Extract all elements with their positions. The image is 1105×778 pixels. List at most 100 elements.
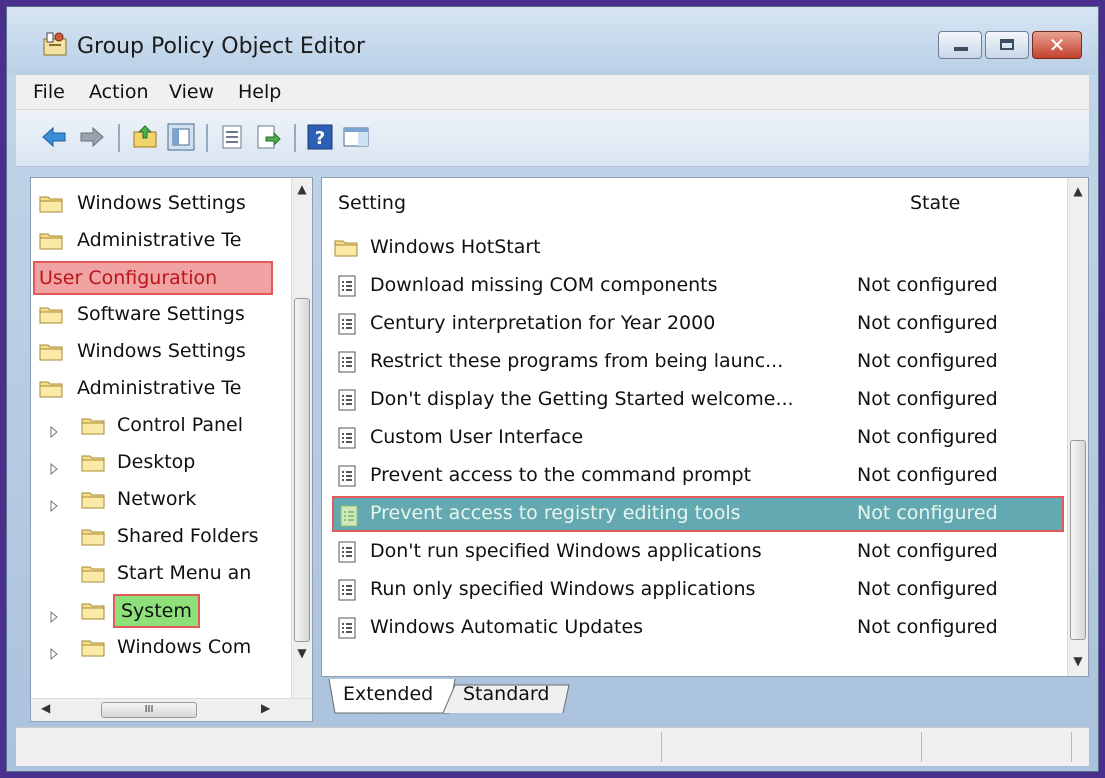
selected-setting-row[interactable]: Prevent access to registry editing tools… xyxy=(332,496,1064,532)
tree-item[interactable]: Windows Com xyxy=(31,630,288,666)
window-controls: ✕ xyxy=(935,31,1082,59)
setting-name: Don't display the Getting Started welcom… xyxy=(370,388,794,410)
view-tabs: Extended Standard xyxy=(321,677,1089,717)
maximize-button[interactable] xyxy=(985,31,1029,59)
policy-setting-icon xyxy=(338,541,356,563)
tree-item[interactable]: Windows Settings xyxy=(31,334,288,370)
tree-item[interactable]: Control Panel xyxy=(31,408,288,444)
tree-item[interactable]: Software Settings xyxy=(31,297,288,333)
setting-row[interactable]: Windows Automatic Updates Not configured xyxy=(332,610,1064,646)
setting-state: Not configured xyxy=(857,426,998,448)
menu-action[interactable]: Action xyxy=(89,81,149,103)
column-header-setting[interactable]: Setting xyxy=(338,192,406,214)
status-divider xyxy=(1071,732,1072,762)
status-divider xyxy=(661,732,662,762)
scroll-up-arrow-icon[interactable]: ▲ xyxy=(1068,184,1088,198)
menu-bar: File Action View Help xyxy=(16,75,1089,110)
menu-view[interactable]: View xyxy=(169,81,214,103)
tree-pane[interactable]: ▲ ▼ ◀ III ▶ Windows Settings Administrati… xyxy=(30,177,313,722)
setting-row[interactable]: Download missing COM components Not confi… xyxy=(332,268,1064,304)
list-scroll-thumb[interactable] xyxy=(1070,440,1086,640)
properties-icon[interactable] xyxy=(218,123,246,151)
folder-icon xyxy=(81,415,105,435)
scroll-down-arrow-icon[interactable]: ▼ xyxy=(1068,654,1088,668)
toolbar-separator xyxy=(294,124,296,152)
expand-arrow-icon[interactable] xyxy=(49,458,59,476)
minimize-button[interactable] xyxy=(938,31,982,59)
setting-name: Prevent access to the command prompt xyxy=(370,464,752,486)
folder-icon xyxy=(39,304,63,324)
toolbar-separator xyxy=(206,124,208,152)
setting-state: Not configured xyxy=(857,540,998,562)
policy-setting-icon xyxy=(338,427,356,449)
window-title: Group Policy Object Editor xyxy=(77,34,365,59)
scroll-down-arrow-icon[interactable]: ▼ xyxy=(292,646,312,660)
setting-row[interactable]: Custom User Interface Not configured xyxy=(332,420,1064,456)
scroll-right-arrow-icon[interactable]: ▶ xyxy=(261,701,270,715)
setting-state: Not configured xyxy=(857,274,998,296)
tree-vertical-scrollbar[interactable]: ▲ ▼ xyxy=(291,178,312,699)
svg-text:?: ? xyxy=(315,128,325,149)
forward-arrow-icon[interactable] xyxy=(78,123,106,151)
close-button[interactable]: ✕ xyxy=(1032,31,1082,59)
settings-list-pane[interactable]: Setting State ▲ ▼ Windows HotStart Downlo… xyxy=(321,177,1089,677)
column-header-state[interactable]: State xyxy=(910,192,960,214)
setting-row[interactable]: Windows HotStart xyxy=(332,230,1064,266)
setting-name: Restrict these programs from being launc… xyxy=(370,350,784,372)
setting-state: Not configured xyxy=(857,502,998,524)
setting-row[interactable]: Century interpretation for Year 2000 Not … xyxy=(332,306,1064,342)
setting-row[interactable]: Prevent access to the command prompt Not … xyxy=(332,458,1064,494)
setting-row[interactable]: Don't display the Getting Started welcom… xyxy=(332,382,1064,418)
tree-item[interactable]: Administrative Te xyxy=(31,371,288,407)
tree-item[interactable]: Administrative Te xyxy=(31,223,288,259)
expand-arrow-icon[interactable] xyxy=(49,495,59,513)
tree-item[interactable]: Network xyxy=(31,482,288,518)
export-list-icon[interactable] xyxy=(254,123,282,151)
tree-item[interactable]: Start Menu an xyxy=(31,556,288,592)
tree-item[interactable]: User Configuration xyxy=(31,260,288,296)
setting-row[interactable]: Don't run specified Windows applications… xyxy=(332,534,1064,570)
back-arrow-icon[interactable] xyxy=(40,123,68,151)
list-vertical-scrollbar[interactable]: ▲ ▼ xyxy=(1067,178,1088,676)
expand-arrow-icon[interactable] xyxy=(49,421,59,439)
tree-item[interactable]: Desktop xyxy=(31,445,288,481)
setting-state: Not configured xyxy=(857,350,998,372)
folder-icon xyxy=(81,452,105,472)
tree-horizontal-scrollbar[interactable]: ◀ III ▶ xyxy=(31,698,312,721)
tree-item-label: Administrative Te xyxy=(77,377,242,399)
tree-item[interactable]: System xyxy=(31,593,288,629)
tree-item-label: Administrative Te xyxy=(77,229,242,251)
title-bar[interactable]: Group Policy Object Editor ✕ xyxy=(7,7,1098,75)
folder-icon xyxy=(81,526,105,546)
tab-standard[interactable]: Standard xyxy=(463,683,549,705)
show-hide-tree-icon[interactable] xyxy=(167,123,195,151)
setting-row[interactable]: Restrict these programs from being launc… xyxy=(332,344,1064,380)
folder-icon xyxy=(81,489,105,509)
tree-item-label: Network xyxy=(117,488,197,510)
expand-arrow-icon[interactable] xyxy=(49,643,59,661)
scroll-up-arrow-icon[interactable]: ▲ xyxy=(292,182,312,196)
expand-arrow-icon[interactable] xyxy=(49,606,59,624)
tree-item-label: Windows Settings xyxy=(77,340,246,362)
gpo-editor-window: Group Policy Object Editor ✕ File Action… xyxy=(6,6,1099,772)
policy-setting-icon xyxy=(338,465,356,487)
tree-item-label: User Configuration xyxy=(33,261,273,295)
help-icon[interactable]: ? xyxy=(306,123,334,151)
scroll-left-arrow-icon[interactable]: ◀ xyxy=(41,701,50,715)
tab-extended[interactable]: Extended xyxy=(343,683,433,705)
policy-setting-icon xyxy=(338,275,356,297)
tree-scroll-thumb[interactable] xyxy=(294,298,310,642)
menu-file[interactable]: File xyxy=(33,81,65,103)
menu-help[interactable]: Help xyxy=(238,81,281,103)
tree-hscroll-thumb[interactable]: III xyxy=(101,702,197,718)
tree-item-label: Control Panel xyxy=(117,414,243,436)
show-hide-action-pane-icon[interactable] xyxy=(342,123,370,151)
tree-item-label: Windows Settings xyxy=(77,192,246,214)
setting-name: Download missing COM components xyxy=(370,274,718,296)
tree-item[interactable]: Shared Folders xyxy=(31,519,288,555)
setting-row[interactable]: Run only specified Windows applications N… xyxy=(332,572,1064,608)
tree-item[interactable]: Windows Settings xyxy=(31,186,288,222)
setting-name: Century interpretation for Year 2000 xyxy=(370,312,716,334)
up-folder-icon[interactable] xyxy=(131,123,159,151)
status-bar xyxy=(16,727,1089,766)
